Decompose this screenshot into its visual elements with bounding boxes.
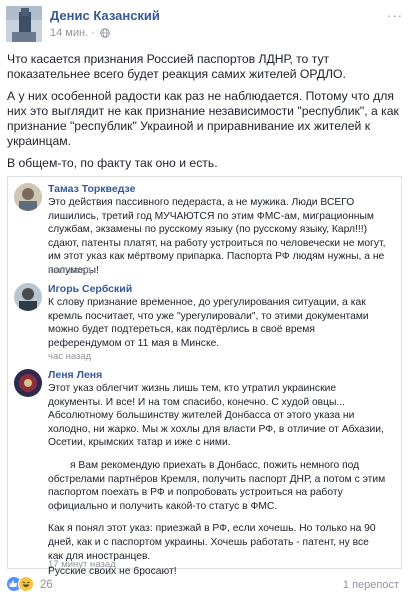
author-avatar[interactable] [6,6,42,42]
globe-icon [100,28,110,41]
comment-text: Это действия пассивного педераста, а не … [48,196,386,280]
comment-timestamp[interactable]: 17 минут назад [48,559,116,570]
post-header: Денис Казанский 14 мин. · ··· [6,6,403,42]
post-footer: 26 1 перепост [6,574,403,596]
commenter-avatar[interactable] [14,183,42,211]
post-paragraph: Что касается признания Россией паспортов… [7,52,346,81]
comment-paragraph: я Вам рекомендую приехать в Донбасс, пож… [48,459,386,512]
commenter-avatar[interactable] [14,283,42,311]
shared-comments-image[interactable]: Тамаз Торкведзе Это действия пассивного … [7,176,402,577]
comment-paragraph: К слову признание временное, до урегулир… [48,297,369,349]
commenter-name[interactable]: Игорь Сербский [48,283,132,295]
laugh-reaction-icon [18,576,34,592]
comment-paragraph: Этот указ облегчит жизнь лишь тем, кто у… [48,383,384,449]
comment-text: К слову признание временное, до урегулир… [48,296,386,352]
share-count[interactable]: 1 перепост [343,579,399,591]
comment-timestamp[interactable]: час назад [48,265,91,276]
post-timestamp[interactable]: 14 мин. [50,27,88,39]
post-paragraph: А у них особенной радости как раз не наб… [7,89,399,148]
commenter-name[interactable]: Леня Леня [48,369,102,381]
comment-paragraph: Как я понял этот указ: приезжай в РФ, ес… [48,523,376,562]
commenter-name[interactable]: Тамаз Торкведзе [48,183,135,195]
post-options-button[interactable]: ··· [387,8,403,23]
post-text: Что касается признания Россией паспортов… [7,52,401,178]
reaction-count[interactable]: 26 [40,579,53,591]
author-name[interactable]: Денис Казанский [50,8,160,23]
comment-paragraph: Это действия пассивного педераста, а не … [48,197,386,276]
commenter-avatar[interactable] [14,369,42,397]
post-paragraph: В общем-то, по факту так оно и есть. [7,156,218,170]
comment-timestamp[interactable]: час назад [48,351,91,362]
post-meta: 14 мин. · [50,27,110,41]
comment-text: Этот указ облегчит жизнь лишь тем, кто у… [48,382,386,581]
